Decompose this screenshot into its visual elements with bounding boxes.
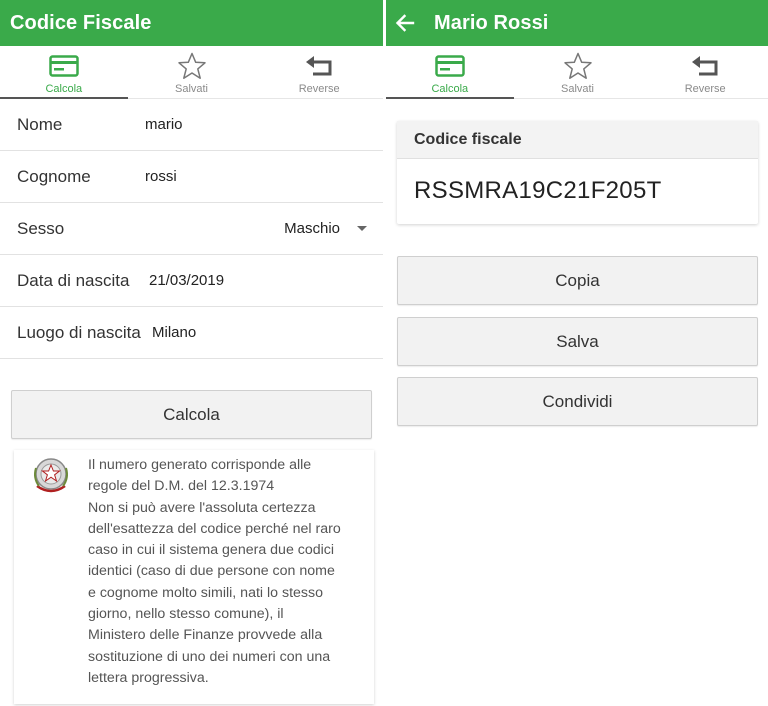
codice-fiscale-value: RSSMRA19C21F205T bbox=[414, 177, 662, 204]
tab-label: Salvati bbox=[560, 83, 595, 95]
info-text: Il numero generato corrisponde alle rego… bbox=[88, 455, 366, 689]
tab-label: Reverse bbox=[298, 83, 340, 95]
luogo-nascita-row: Luogo di nascita Milano bbox=[0, 307, 383, 359]
tab-calcola[interactable]: Calcola bbox=[386, 46, 514, 99]
luogo-nascita-input[interactable]: Milano bbox=[152, 324, 196, 341]
tab-reverse[interactable]: Reverse bbox=[641, 46, 768, 98]
tab-calcola[interactable]: Calcola bbox=[0, 46, 128, 99]
credit-card-icon bbox=[49, 51, 79, 81]
credit-card-icon bbox=[435, 51, 465, 81]
calcola-screen: Codice Fiscale Calcola Salvati Reverse N… bbox=[0, 0, 383, 706]
info-line: sostituzione di uno dei numeri con una bbox=[88, 648, 331, 665]
sesso-label: Sesso bbox=[17, 218, 65, 238]
info-line: identici (caso di due persone con nome bbox=[88, 563, 335, 580]
result-screen: Mario Rossi Calcola Salvati Reverse Codi… bbox=[386, 0, 768, 706]
info-line: Ministero delle Finanze provvede alla bbox=[88, 627, 323, 644]
sesso-value: Maschio bbox=[284, 220, 340, 237]
star-outline-icon bbox=[563, 51, 593, 81]
codice-fiscale-header: Codice fiscale bbox=[397, 121, 758, 159]
sesso-row: Sesso Maschio bbox=[0, 203, 383, 255]
tab-salvati[interactable]: Salvati bbox=[128, 46, 256, 98]
cognome-input[interactable]: rossi bbox=[145, 168, 177, 185]
tab-label: Salvati bbox=[174, 83, 209, 95]
info-line: e cognome molto simili, nati lo stesso bbox=[88, 584, 323, 601]
app-title: Codice Fiscale bbox=[10, 11, 152, 34]
tab-bar: Calcola Salvati Reverse bbox=[0, 46, 383, 99]
info-line: regole del D.M. del 12.3.1974 bbox=[88, 478, 275, 495]
app-bar: Codice Fiscale bbox=[0, 0, 383, 46]
data-nascita-row: Data di nascita 21/03/2019 bbox=[0, 255, 383, 307]
tab-label: Calcola bbox=[431, 83, 469, 95]
luogo-nascita-label: Luogo di nascita bbox=[17, 322, 141, 342]
nome-row: Nome mario bbox=[0, 99, 383, 151]
tab-salvati[interactable]: Salvati bbox=[514, 46, 642, 98]
data-nascita-label: Data di nascita bbox=[17, 270, 130, 290]
copia-button[interactable]: Copia bbox=[397, 256, 758, 305]
sesso-dropdown[interactable]: Maschio bbox=[284, 220, 367, 237]
cognome-row: Cognome rossi bbox=[0, 151, 383, 203]
data-nascita-input[interactable]: 21/03/2019 bbox=[149, 272, 224, 289]
info-line: dell'esattezza del codice perché nel rar… bbox=[88, 520, 341, 537]
info-card: Il numero generato corrisponde alle rego… bbox=[14, 450, 374, 704]
app-bar: Mario Rossi bbox=[386, 0, 768, 46]
tab-label: Calcola bbox=[45, 83, 83, 95]
app-title: Mario Rossi bbox=[434, 11, 549, 34]
codice-fiscale-card: Codice fiscale RSSMRA19C21F205T bbox=[397, 121, 758, 224]
info-line: Non si può avere l'assoluta certezza bbox=[88, 499, 316, 516]
nome-input[interactable]: mario bbox=[145, 116, 183, 133]
info-line: lettera progressiva. bbox=[88, 669, 209, 686]
info-line: giorno, nello stesso comune), il bbox=[88, 606, 284, 623]
star-outline-icon bbox=[177, 51, 207, 81]
dropdown-arrow-icon bbox=[357, 226, 367, 231]
info-line: caso in cui il sistema genera due codici bbox=[88, 542, 335, 559]
calcola-button[interactable]: Calcola bbox=[11, 390, 372, 439]
condividi-button[interactable]: Condividi bbox=[397, 377, 758, 426]
salva-button[interactable]: Salva bbox=[397, 317, 758, 366]
tab-bar: Calcola Salvati Reverse bbox=[386, 46, 768, 99]
arrow-back-icon[interactable] bbox=[388, 0, 422, 46]
cognome-label: Cognome bbox=[17, 166, 91, 186]
tab-label: Reverse bbox=[684, 83, 726, 95]
italian-republic-emblem-icon bbox=[31, 456, 71, 496]
info-line: Il numero generato corrisponde alle bbox=[88, 457, 312, 473]
nome-label: Nome bbox=[17, 114, 63, 134]
tab-reverse[interactable]: Reverse bbox=[255, 46, 383, 98]
undo-arrow-icon bbox=[691, 51, 719, 81]
undo-arrow-icon bbox=[305, 51, 333, 81]
